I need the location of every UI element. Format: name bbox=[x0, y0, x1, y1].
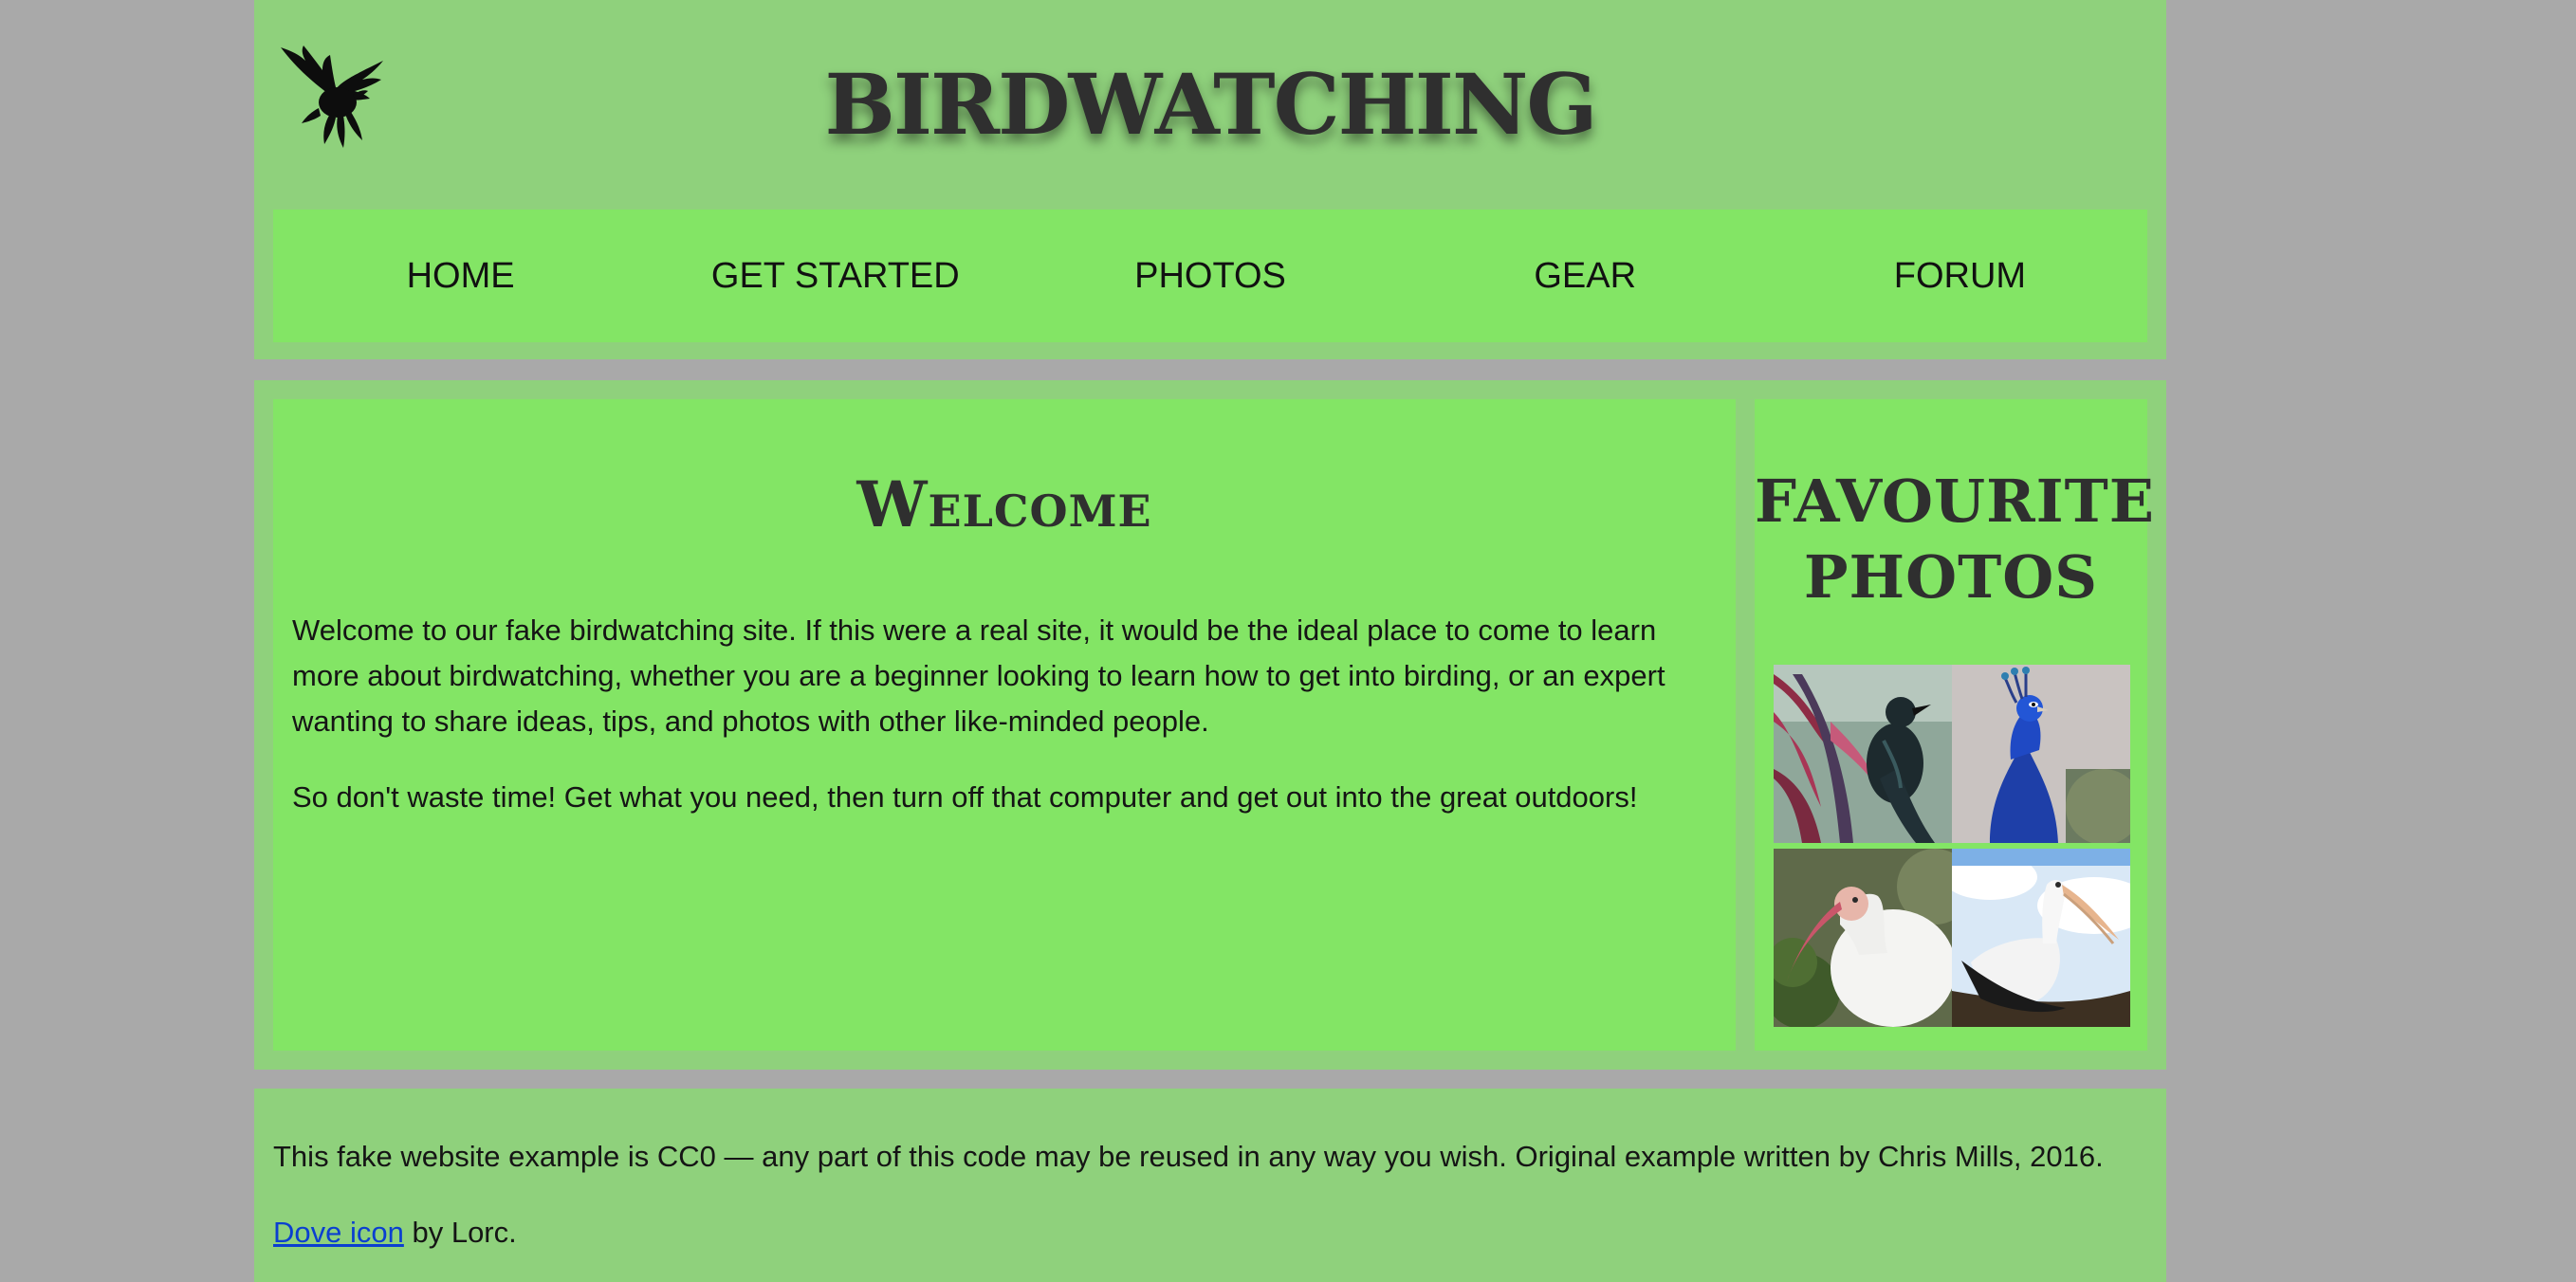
tui-photo[interactable] bbox=[1774, 665, 1952, 843]
nav-item-forum[interactable]: FORUM bbox=[1773, 210, 2147, 342]
welcome-paragraph: So don't waste time! Get what you need, … bbox=[292, 780, 1638, 814]
peacock-photo[interactable] bbox=[1952, 665, 2130, 843]
site-footer: This fake website example is CC0 — any p… bbox=[254, 1089, 2166, 1282]
main-nav: HOME GET STARTED PHOTOS GEAR FORUM bbox=[273, 210, 2147, 342]
site-header: BIRDWATCHING HOME GET STARTED PHOTOS GEA… bbox=[254, 0, 2166, 359]
welcome-heading: Welcome bbox=[856, 467, 1152, 541]
credit-suffix: by Lorc. bbox=[403, 1216, 517, 1249]
welcome-paragraph: Welcome to our fake birdwatching site. I… bbox=[292, 614, 1665, 738]
favourite-photos-sidebar: FAVOURITE PHOTOS bbox=[1755, 399, 2155, 1051]
nav-item-photos[interactable]: PHOTOS bbox=[1022, 210, 1397, 342]
license-text: This fake website example is CC0 — any p… bbox=[273, 1140, 2104, 1173]
white-ibis-photo[interactable] bbox=[1774, 849, 1952, 1027]
favourite-photos-heading: FAVOURITE PHOTOS bbox=[1755, 467, 2155, 612]
nav-item-gear[interactable]: GEAR bbox=[1398, 210, 1773, 342]
page: BIRDWATCHING HOME GET STARTED PHOTOS GEA… bbox=[254, 0, 2166, 1282]
credit-line: Dove icon by Lorc. bbox=[273, 1216, 517, 1250]
welcome-article: Welcome Welcome to our fake birdwatching… bbox=[273, 399, 1736, 1051]
dove-icon-link[interactable]: Dove icon bbox=[273, 1216, 404, 1249]
main-content: Welcome Welcome to our fake birdwatching… bbox=[254, 380, 2166, 1070]
nav-item-get-started[interactable]: GET STARTED bbox=[648, 210, 1022, 342]
pelican-photo[interactable] bbox=[1952, 849, 2130, 1027]
site-title: BIRDWATCHING bbox=[824, 55, 1597, 154]
nav-item-home[interactable]: HOME bbox=[273, 210, 648, 342]
